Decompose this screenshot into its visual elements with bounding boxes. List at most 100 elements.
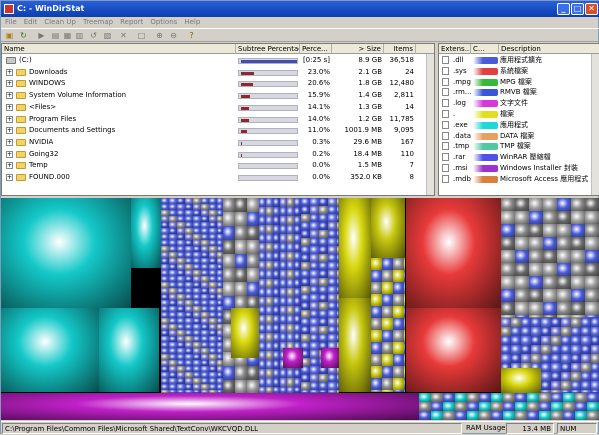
treemap-cell[interactable]: [273, 270, 280, 279]
treemap-cell[interactable]: [393, 306, 404, 318]
treemap-cell[interactable]: [581, 318, 591, 327]
treemap-cell[interactable]: [287, 225, 294, 234]
treemap-cell[interactable]: [337, 262, 339, 270]
treemap-cell[interactable]: [319, 270, 328, 278]
treemap-cell[interactable]: [310, 358, 319, 366]
treemap-cell[interactable]: [551, 318, 561, 327]
directory-row[interactable]: + Going32 0.2% 18.4 MB 110: [2, 149, 434, 161]
treemap-cell[interactable]: [382, 318, 393, 330]
treemap-cell[interactable]: [328, 198, 337, 206]
treemap-cell[interactable]: [310, 222, 319, 230]
treemap-cell[interactable]: [539, 411, 551, 420]
treemap-cell[interactable]: [404, 390, 405, 392]
properties-icon[interactable]: ▧: [103, 31, 112, 40]
directory-scrollbar[interactable]: [426, 54, 434, 195]
treemap-cell[interactable]: [581, 381, 591, 390]
treemap-cell[interactable]: [501, 354, 511, 363]
treemap-cell[interactable]: [371, 330, 382, 342]
treemap-cell[interactable]: [319, 286, 328, 294]
expand-toggle-icon[interactable]: +: [6, 174, 13, 181]
treemap-cell[interactable]: [515, 276, 529, 289]
treemap-cell[interactable]: [301, 318, 310, 326]
treemap-cell[interactable]: [280, 315, 287, 324]
treemap-cell[interactable]: [223, 240, 235, 254]
treemap-cell[interactable]: [235, 366, 247, 380]
treemap-cell[interactable]: [266, 369, 273, 378]
treemap-cell[interactable]: [557, 211, 571, 224]
treemap-cell[interactable]: [419, 393, 431, 402]
treemap-cell[interactable]: [557, 276, 571, 289]
treemap-cell[interactable]: [337, 254, 339, 262]
treemap-cell[interactable]: [404, 330, 405, 342]
treemap-cell[interactable]: [310, 294, 319, 302]
treemap-cell[interactable]: [280, 387, 287, 393]
treemap-cell[interactable]: [382, 282, 393, 294]
treemap-cell[interactable]: [287, 297, 294, 306]
treemap-cell[interactable]: [319, 214, 328, 222]
treemap-cell[interactable]: [287, 279, 294, 288]
treemap-cell[interactable]: [585, 198, 599, 211]
treemap-cell[interactable]: [501, 302, 515, 315]
treemap-cell[interactable]: [328, 326, 337, 334]
treemap-cell[interactable]: [287, 288, 294, 297]
treemap-cell[interactable]: [431, 393, 443, 402]
minimize-button[interactable]: _: [557, 3, 570, 15]
treemap-cell[interactable]: [235, 268, 247, 282]
treemap-cell[interactable]: [511, 336, 521, 345]
treemap-cell[interactable]: [587, 411, 599, 420]
treemap-cell[interactable]: [301, 206, 310, 214]
expand-toggle-icon[interactable]: +: [6, 68, 13, 76]
treemap-cell[interactable]: [301, 286, 310, 294]
treemap-cell[interactable]: [371, 378, 382, 390]
zoom-out-icon[interactable]: ⊖: [169, 31, 178, 40]
treemap-cell[interactable]: [571, 276, 585, 289]
treemap-cell[interactable]: [310, 254, 319, 262]
treemap-cell[interactable]: [382, 354, 393, 366]
treemap-cell[interactable]: [294, 261, 301, 270]
treemap-cell[interactable]: [551, 381, 561, 390]
treemap-cell[interactable]: [531, 318, 541, 327]
treemap-cell[interactable]: [337, 326, 339, 334]
treemap-cell[interactable]: [491, 411, 503, 420]
treemap-cell[interactable]: [571, 327, 581, 336]
treemap-cell[interactable]: [273, 360, 280, 369]
menu-edit[interactable]: Edit: [24, 18, 38, 26]
treemap-cell[interactable]: [521, 327, 531, 336]
treemap-cell[interactable]: [259, 342, 266, 351]
treemap-cell[interactable]: [515, 263, 529, 276]
treemap-cell[interactable]: [287, 261, 294, 270]
treemap-cell[interactable]: [515, 302, 529, 315]
treemap-cell[interactable]: [287, 306, 294, 315]
treemap-cell[interactable]: [561, 354, 571, 363]
treemap-cell[interactable]: [294, 306, 301, 315]
treemap-cell[interactable]: [571, 224, 585, 237]
treemap-cell[interactable]: [319, 246, 328, 254]
extension-row[interactable]: .mdb Microsoft Access 應用程式: [439, 174, 599, 185]
extension-row[interactable]: .rar WinRAR 壓縮檔: [439, 152, 599, 163]
treemap-cell[interactable]: [201, 390, 209, 393]
treemap-cell[interactable]: [491, 402, 503, 411]
treemap-block[interactable]: [371, 198, 405, 258]
treemap-cell[interactable]: [551, 363, 561, 372]
treemap-cell[interactable]: [273, 324, 280, 333]
treemap-cell[interactable]: [266, 306, 273, 315]
treemap-cell[interactable]: [287, 207, 294, 216]
treemap-cell[interactable]: [551, 372, 561, 381]
help-icon[interactable]: ?: [187, 31, 196, 40]
treemap-cell[interactable]: [259, 279, 266, 288]
treemap-cell[interactable]: [531, 354, 541, 363]
treemap-cell[interactable]: [310, 214, 319, 222]
expand-toggle-icon[interactable]: +: [6, 138, 13, 146]
extension-row[interactable]: .exe 應用程式: [439, 120, 599, 131]
treemap-cell[interactable]: [319, 262, 328, 270]
treemap-cell[interactable]: [543, 198, 557, 211]
treemap-cell[interactable]: [581, 354, 591, 363]
treemap-cell[interactable]: [294, 198, 301, 207]
extension-row[interactable]: .tmp TMP 檔案: [439, 141, 599, 152]
delete-icon[interactable]: ✕: [119, 31, 128, 40]
directory-list[interactable]: Name Subtree Percentage Perce... > Size …: [1, 43, 435, 196]
treemap-cell[interactable]: [235, 198, 247, 212]
treemap-cell[interactable]: [273, 243, 280, 252]
treemap-cell[interactable]: [575, 393, 587, 402]
treemap-cell[interactable]: [404, 342, 405, 354]
